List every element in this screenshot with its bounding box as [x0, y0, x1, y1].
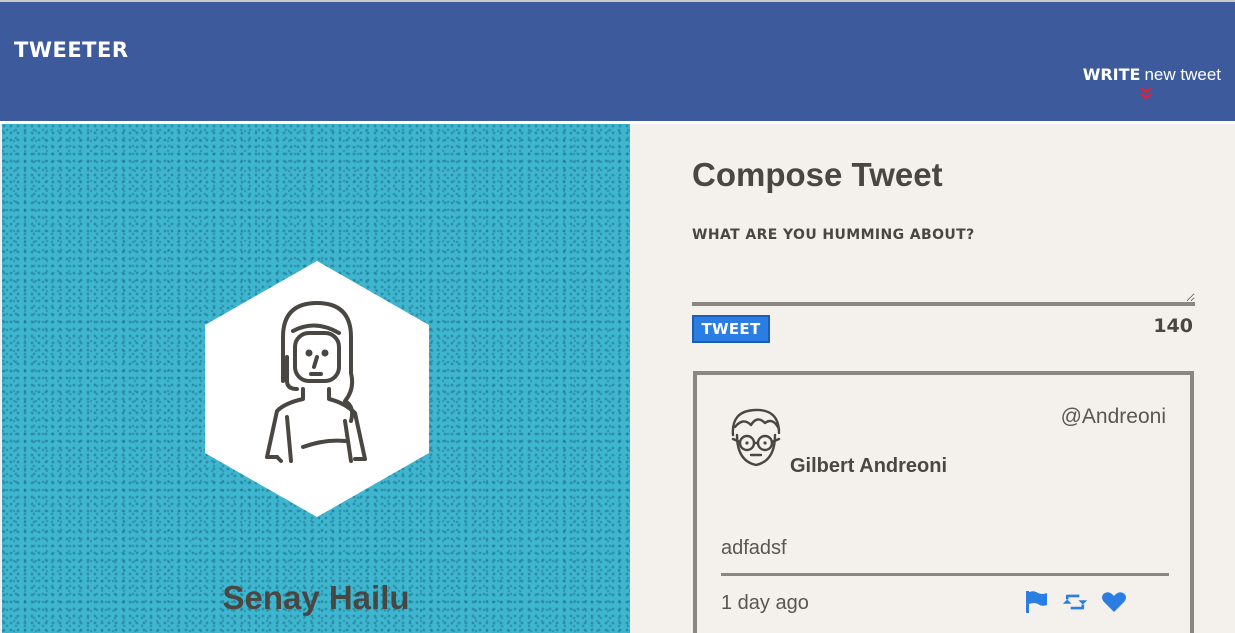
navbar: Tweeter Write new tweet	[0, 2, 1235, 121]
character-counter: 140	[1153, 315, 1193, 337]
profile-avatar	[205, 261, 429, 517]
write-label: Write	[1082, 65, 1141, 84]
retweet-icon	[1062, 594, 1088, 610]
like-button[interactable]	[1101, 589, 1127, 615]
tweet-timestamp: 1 day ago	[721, 592, 809, 614]
tweet-content: adfadsf	[721, 537, 787, 559]
retweet-button[interactable]	[1062, 589, 1088, 615]
tweet-author-name: Gilbert Andreoni	[790, 455, 948, 477]
heart-icon	[1102, 592, 1126, 612]
tweet-card: @Andreoni Gilbert Andreoni adfadsf 1 day…	[693, 371, 1194, 633]
tweet-actions	[1023, 589, 1127, 615]
compose-prompt-label: What are you humming about?	[692, 227, 975, 243]
tweet-textarea[interactable]	[692, 256, 1195, 306]
flag-icon	[1026, 591, 1047, 613]
double-chevron-down-icon[interactable]	[1139, 86, 1153, 102]
profile-name: Senay Hailu	[222, 579, 410, 616]
brand-logo[interactable]: Tweeter	[14, 38, 129, 62]
compose-title: Compose Tweet	[692, 156, 943, 193]
man-with-glasses-avatar-icon	[731, 408, 781, 467]
tweet-author-handle: @Andreoni	[1060, 405, 1166, 428]
new-tweet-label: new tweet	[1144, 65, 1221, 84]
flag-button[interactable]	[1023, 589, 1049, 615]
tweet-submit-button[interactable]: Tweet	[692, 315, 770, 343]
write-new-tweet-toggle[interactable]: Write new tweet	[1083, 65, 1221, 85]
tweet-divider	[721, 573, 1169, 576]
profile-banner: Senay Hailu	[2, 124, 630, 633]
